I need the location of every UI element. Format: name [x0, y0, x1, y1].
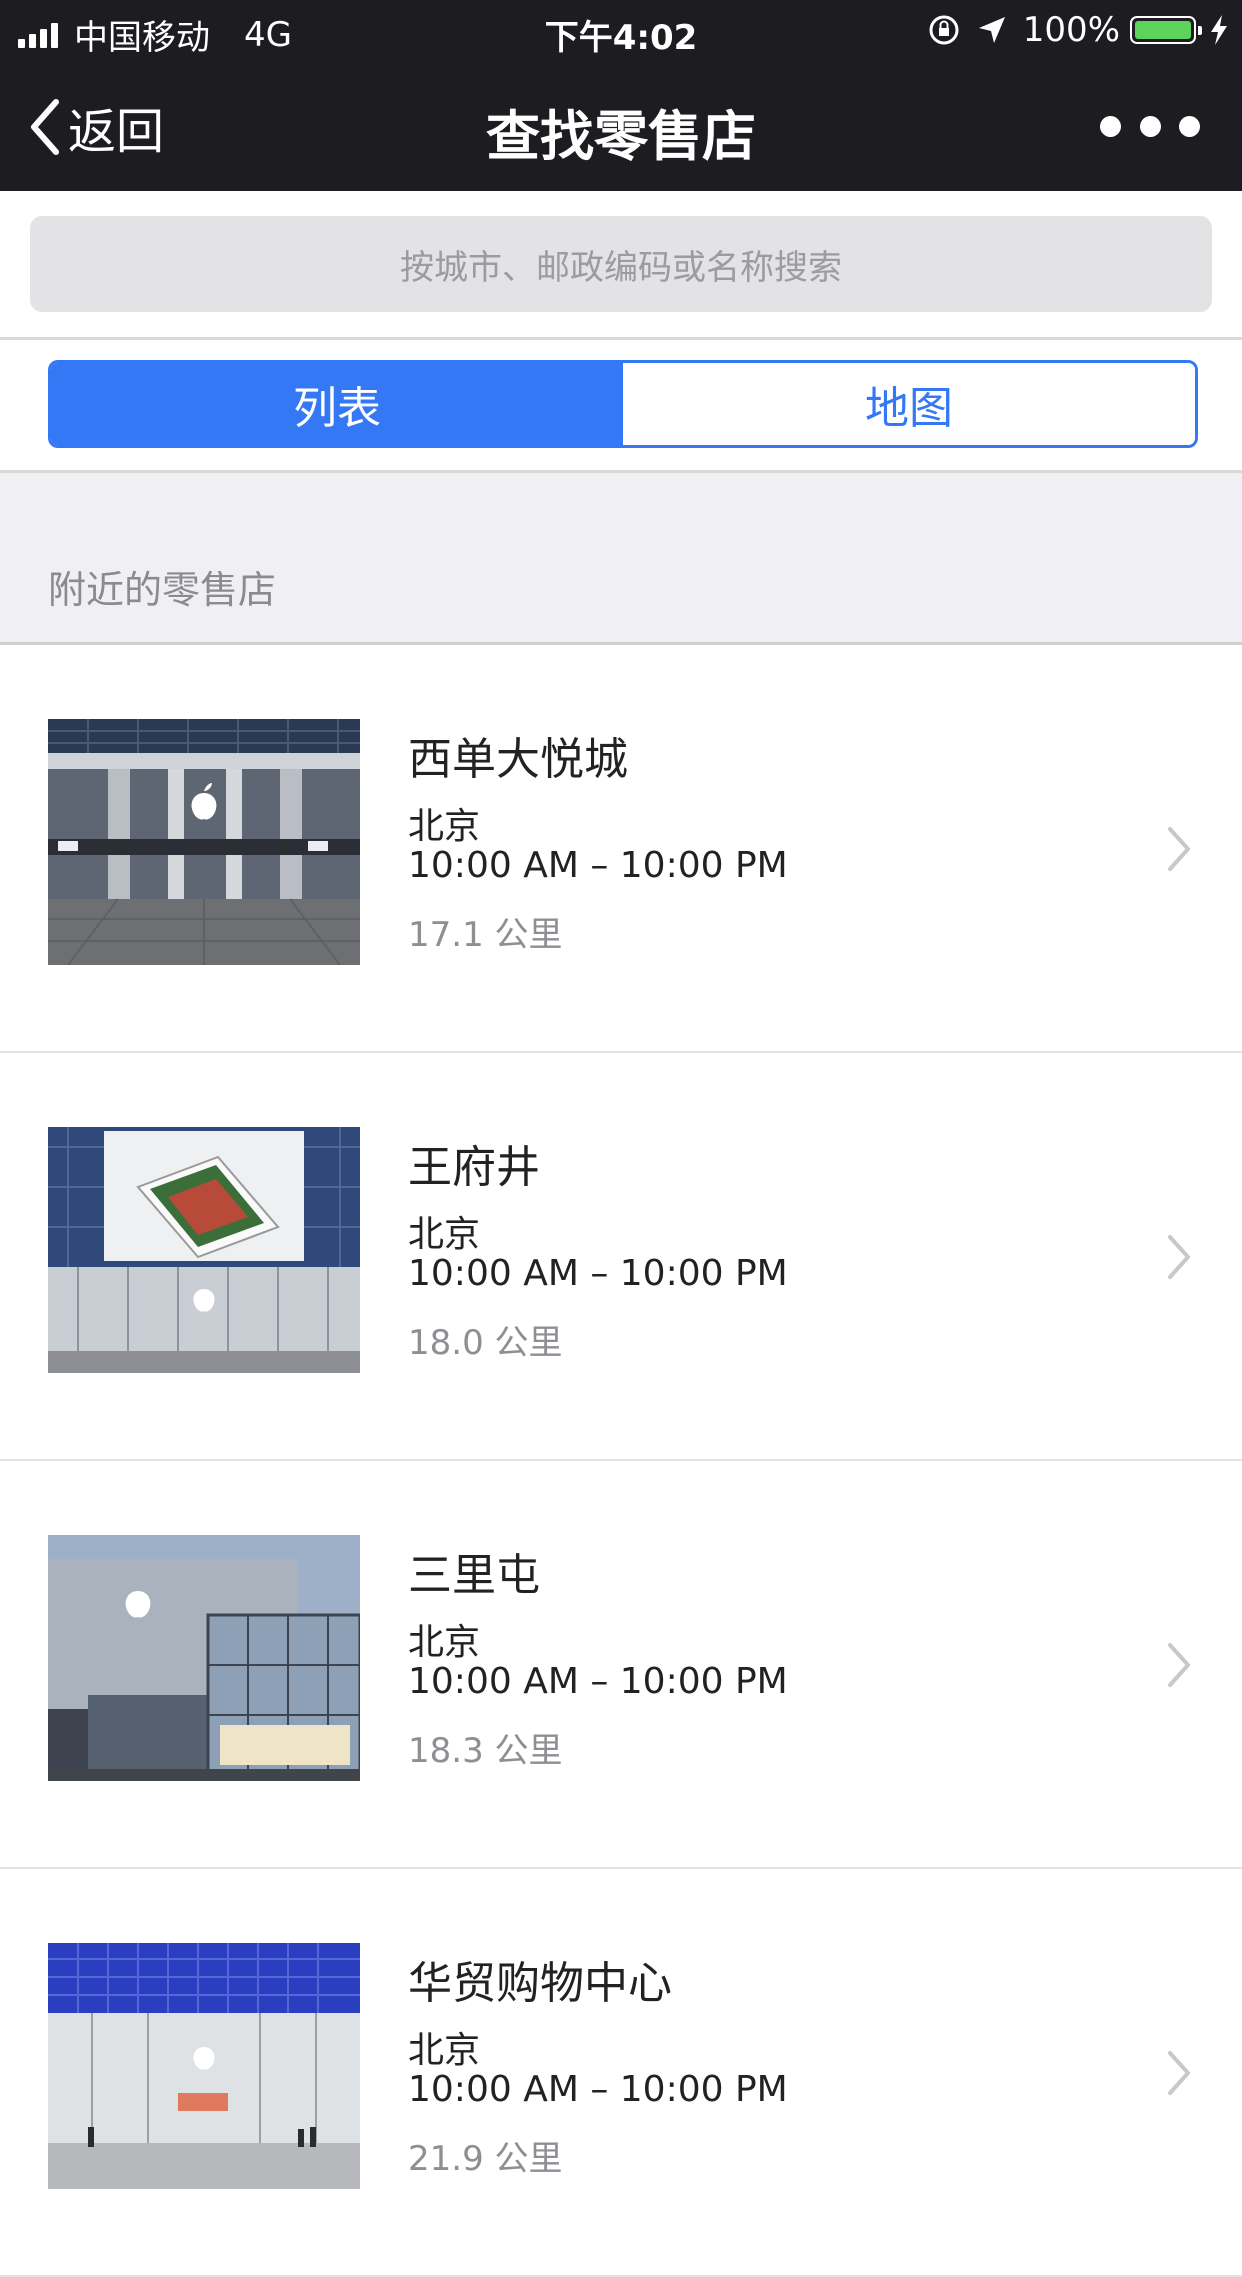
store-distance: 18.3 公里: [408, 1731, 563, 1771]
store-row[interactable]: 西单大悦城 北京 10:00 AM – 10:00 PM 17.1 公里: [0, 645, 1242, 1053]
store-row[interactable]: 三里屯 北京 10:00 AM – 10:00 PM 18.3 公里: [0, 1461, 1242, 1869]
store-name: 华贸购物中心: [408, 1958, 672, 2009]
search-input[interactable]: 按城市、邮政编码或名称搜索: [30, 216, 1212, 312]
top-bar: 中国移动 4G 下午4:02 100% 返回 查找零售店: [0, 0, 1242, 191]
store-hours: 10:00 AM – 10:00 PM: [408, 845, 788, 886]
store-city: 北京: [408, 806, 481, 847]
orientation-lock-icon: [929, 15, 959, 45]
more-dot-icon: [1139, 115, 1161, 137]
store-hours: 10:00 AM – 10:00 PM: [408, 2069, 788, 2110]
battery-percent: 100%: [1022, 10, 1120, 50]
battery-icon: [1130, 16, 1202, 44]
store-photo: [48, 1943, 360, 2189]
search-area: 按城市、邮政编码或名称搜索: [0, 191, 1242, 340]
store-photo: [48, 719, 360, 965]
status-right: 100%: [927, 10, 1230, 50]
store-distance: 18.0 公里: [408, 1323, 563, 1363]
more-dot-icon: [1179, 115, 1200, 137]
store-photo: [48, 1127, 360, 1373]
store-city: 北京: [408, 1214, 481, 1255]
location-arrow-icon: [978, 17, 1005, 43]
store-list: 西单大悦城 北京 10:00 AM – 10:00 PM 17.1 公里 王府井…: [0, 645, 1242, 2277]
navigation-bar: 返回 查找零售店: [0, 62, 1242, 191]
segment-list[interactable]: 列表: [51, 363, 623, 445]
chevron-right-icon: [1168, 827, 1190, 871]
store-city: 北京: [408, 1622, 481, 1663]
store-name: 王府井: [408, 1142, 540, 1193]
store-distance: 17.1 公里: [408, 915, 563, 955]
store-hours: 10:00 AM – 10:00 PM: [408, 1661, 788, 1702]
status-bar: 中国移动 4G 下午4:02 100%: [0, 0, 1242, 62]
store-row[interactable]: 王府井 北京 10:00 AM – 10:00 PM 18.0 公里: [0, 1053, 1242, 1461]
more-button[interactable]: [1100, 106, 1200, 146]
store-hours: 10:00 AM – 10:00 PM: [408, 1253, 788, 1294]
chevron-right-icon: [1168, 1235, 1190, 1279]
store-name: 三里屯: [408, 1550, 540, 1601]
store-city: 北京: [408, 2030, 481, 2071]
store-distance: 21.9 公里: [408, 2139, 563, 2179]
page-title: 查找零售店: [486, 105, 756, 168]
store-name: 西单大悦城: [408, 734, 628, 785]
chevron-right-icon: [1168, 1643, 1190, 1687]
section-title: 附近的零售店: [48, 568, 277, 612]
store-photo: [48, 1535, 360, 1781]
store-row[interactable]: 华贸购物中心 北京 10:00 AM – 10:00 PM 21.9 公里: [0, 1869, 1242, 2277]
chevron-right-icon: [1168, 2051, 1190, 2095]
charging-bolt-icon: [1211, 15, 1227, 45]
segment-map[interactable]: 地图: [623, 363, 1195, 445]
section-header: 附近的零售店: [0, 473, 1242, 645]
more-dot-icon: [1100, 115, 1121, 137]
view-segmented-control: 列表 地图: [48, 360, 1198, 448]
